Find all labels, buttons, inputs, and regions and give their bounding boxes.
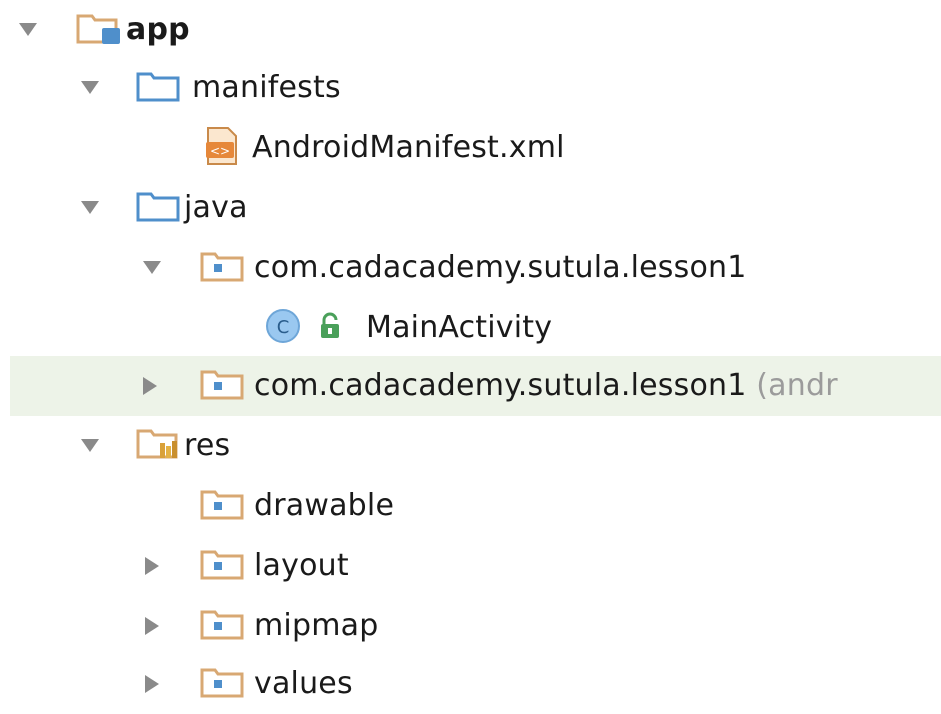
svg-text:<>: <> xyxy=(210,144,230,158)
expanded-arrow-icon[interactable] xyxy=(78,196,102,220)
package-folder-icon xyxy=(200,547,246,585)
android-module-folder-icon xyxy=(76,10,122,50)
tree-node-package-main[interactable]: com.cadacademy.sutula.lesson1 xyxy=(0,238,941,298)
package-folder-icon xyxy=(200,367,246,405)
tree-node-layout[interactable]: layout xyxy=(0,536,941,596)
xml-file-icon: <> xyxy=(202,126,242,170)
tree-node-android-manifest[interactable]: <> AndroidManifest.xml xyxy=(0,118,941,178)
tree-node-app[interactable]: app xyxy=(0,0,941,60)
tree-node-label: com.cadacademy.sutula.lesson1 xyxy=(254,367,747,403)
collapsed-arrow-icon[interactable] xyxy=(140,614,164,638)
tree-node-res[interactable]: res xyxy=(0,416,941,476)
tree-node-suffix: (andr xyxy=(756,367,838,403)
tree-node-label-group: com.cadacademy.sutula.lesson1 (andr xyxy=(254,368,838,403)
tree-node-label: manifests xyxy=(192,69,341,105)
expanded-arrow-icon[interactable] xyxy=(78,76,102,100)
folder-icon xyxy=(136,189,182,227)
collapsed-arrow-icon[interactable] xyxy=(140,672,164,696)
tree-node-label: drawable xyxy=(254,487,395,523)
tree-node-label: app xyxy=(126,11,190,47)
collapsed-arrow-icon[interactable] xyxy=(138,374,162,398)
package-folder-icon xyxy=(200,665,246,703)
tree-node-main-activity[interactable]: C MainActivity xyxy=(0,298,941,358)
package-folder-icon xyxy=(200,607,246,645)
tree-node-label: MainActivity xyxy=(366,309,553,345)
tree-node-values[interactable]: values xyxy=(0,654,941,714)
tree-node-label: mipmap xyxy=(254,607,379,643)
tree-node-label: AndroidManifest.xml xyxy=(252,129,565,165)
expanded-arrow-icon[interactable] xyxy=(16,18,40,42)
java-class-icon: C xyxy=(264,307,302,349)
tree-node-manifests[interactable]: manifests xyxy=(0,58,941,118)
tree-node-label: res xyxy=(184,427,231,463)
tree-node-label: layout xyxy=(254,547,349,583)
unlocked-lock-icon xyxy=(318,312,342,344)
project-tree: app manifests <> AndroidManifest.xml jav… xyxy=(0,0,941,701)
expanded-arrow-icon[interactable] xyxy=(140,256,164,280)
tree-node-label: values xyxy=(254,665,353,701)
tree-node-package-test[interactable]: com.cadacademy.sutula.lesson1 (andr xyxy=(10,356,941,416)
tree-node-mipmap[interactable]: mipmap xyxy=(0,596,941,656)
package-folder-icon xyxy=(200,249,246,287)
tree-node-label: com.cadacademy.sutula.lesson1 xyxy=(254,249,747,285)
collapsed-arrow-icon[interactable] xyxy=(140,554,164,578)
folder-icon xyxy=(136,69,182,107)
expanded-arrow-icon[interactable] xyxy=(78,434,102,458)
package-folder-icon xyxy=(200,487,246,525)
tree-node-label: java xyxy=(184,189,248,225)
tree-node-java[interactable]: java xyxy=(0,178,941,238)
resources-folder-icon xyxy=(136,426,182,466)
class-letter: C xyxy=(277,317,290,338)
tree-node-drawable[interactable]: drawable xyxy=(0,476,941,536)
